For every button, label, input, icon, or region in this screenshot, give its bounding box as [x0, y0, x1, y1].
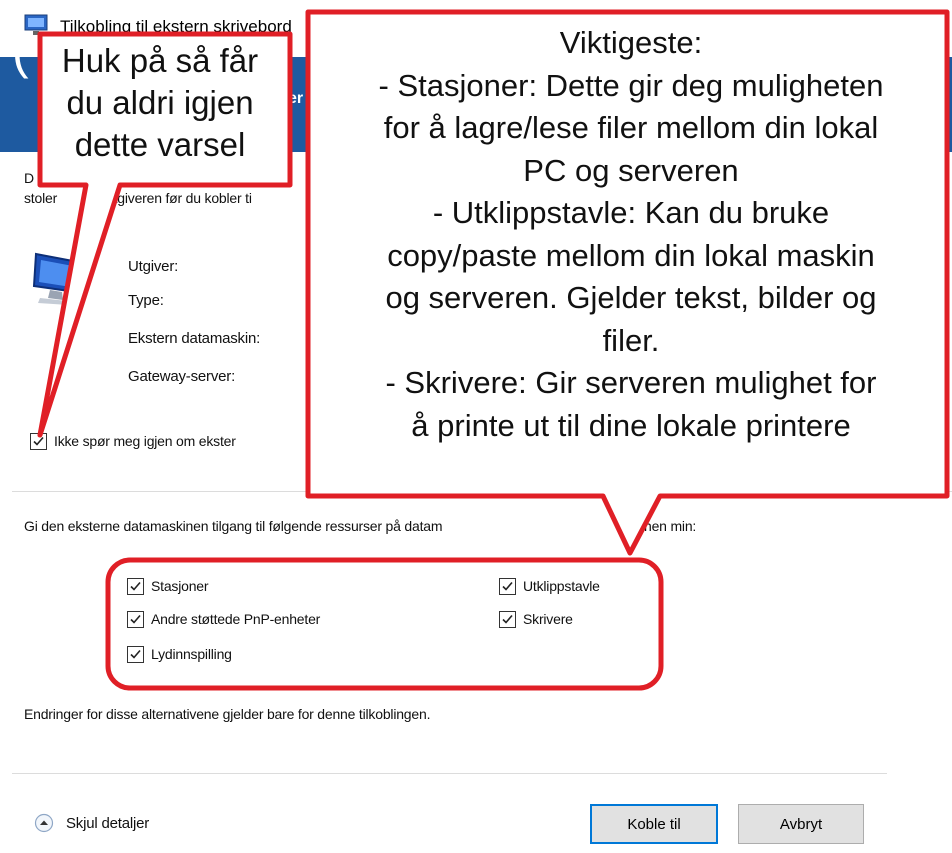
checkmark-icon: [33, 436, 44, 446]
details-toggle[interactable]: Skjul detaljer: [66, 815, 149, 832]
large-callout-line: Viktigeste:: [559, 25, 703, 60]
checkmark-icon: [130, 649, 141, 659]
drives-checkbox[interactable]: [127, 578, 144, 595]
collapse-details-icon[interactable]: [34, 813, 54, 833]
options-note: Endringer for disse alternativene gjelde…: [24, 706, 431, 722]
large-callout-line: og serveren. Gjelder tekst, bilder og: [385, 280, 877, 315]
resources-intro: Gi den eksterne datamaskinen tilgang til…: [24, 518, 443, 534]
publisher-label: Utgiver:: [128, 258, 179, 275]
clipboard-label: Utklippstavle: [523, 578, 600, 594]
printers-label: Skrivere: [523, 611, 573, 627]
audio-label: Lydinnspilling: [151, 646, 232, 662]
checkmark-icon: [502, 614, 513, 624]
dont-ask-checkbox[interactable]: [30, 433, 47, 450]
computer-icon: [32, 252, 84, 306]
clipboard-checkbox[interactable]: [499, 578, 516, 595]
dont-ask-label: Ikke spør meg igjen om ekster: [54, 433, 236, 449]
large-callout-text: Viktigeste: - Stasjoner: Dette gir deg m…: [316, 22, 946, 447]
banner-icon: (: [12, 23, 29, 79]
description-line2: stoler: [24, 190, 58, 206]
connect-button[interactable]: Koble til: [590, 804, 718, 844]
description-line1-tail: n s: [274, 170, 293, 186]
large-callout-line: - Skrivere: Gir serveren mulighet for: [385, 365, 877, 400]
small-callout-text: Huk på så får du aldri igjen dette varse…: [42, 40, 278, 166]
description-line2-tail: utgiveren før du kobler ti: [106, 190, 252, 206]
small-callout-line: du aldri igjen: [66, 84, 254, 121]
drives-label: Stasjoner: [151, 578, 209, 594]
printers-checkbox[interactable]: [499, 611, 516, 628]
pnp-checkbox[interactable]: [127, 611, 144, 628]
type-label: Type:: [128, 292, 164, 309]
gateway-label: Gateway-server:: [128, 368, 236, 385]
checkmark-icon: [130, 614, 141, 624]
audio-checkbox[interactable]: [127, 646, 144, 663]
large-callout-line: å printe ut til dine lokale printere: [411, 407, 851, 443]
footer-divider: [12, 773, 887, 774]
small-callout-line: Huk på så får: [61, 42, 259, 79]
section-divider: [12, 491, 952, 492]
large-callout-line: copy/paste mellom din lokal maskin: [387, 237, 875, 273]
checkmark-icon: [130, 581, 141, 591]
resources-intro-tail: nen min:: [644, 518, 697, 534]
remote-computer-label: Ekstern datamaskin:: [128, 330, 261, 347]
banner-heading: er: [288, 90, 304, 107]
pnp-label: Andre støttede PnP-enheter: [151, 611, 321, 627]
large-callout-line: for å lagre/lese filer mellom din lokal: [383, 110, 879, 145]
large-callout-line: - Stasjoner: Dette gir deg muligheten: [378, 67, 884, 103]
large-callout-line: - Utklippstavle: Kan du bruke: [432, 195, 830, 230]
large-callout-line: PC og serveren: [523, 152, 739, 188]
small-callout-line: dette varsel: [74, 126, 246, 163]
description-line1: D: [24, 170, 34, 186]
checkmark-icon: [502, 581, 513, 591]
large-callout-line: filer.: [602, 322, 660, 358]
cancel-button[interactable]: Avbryt: [738, 804, 864, 844]
dialog-title: Tilkobling til ekstern skrivebord: [60, 17, 292, 36]
